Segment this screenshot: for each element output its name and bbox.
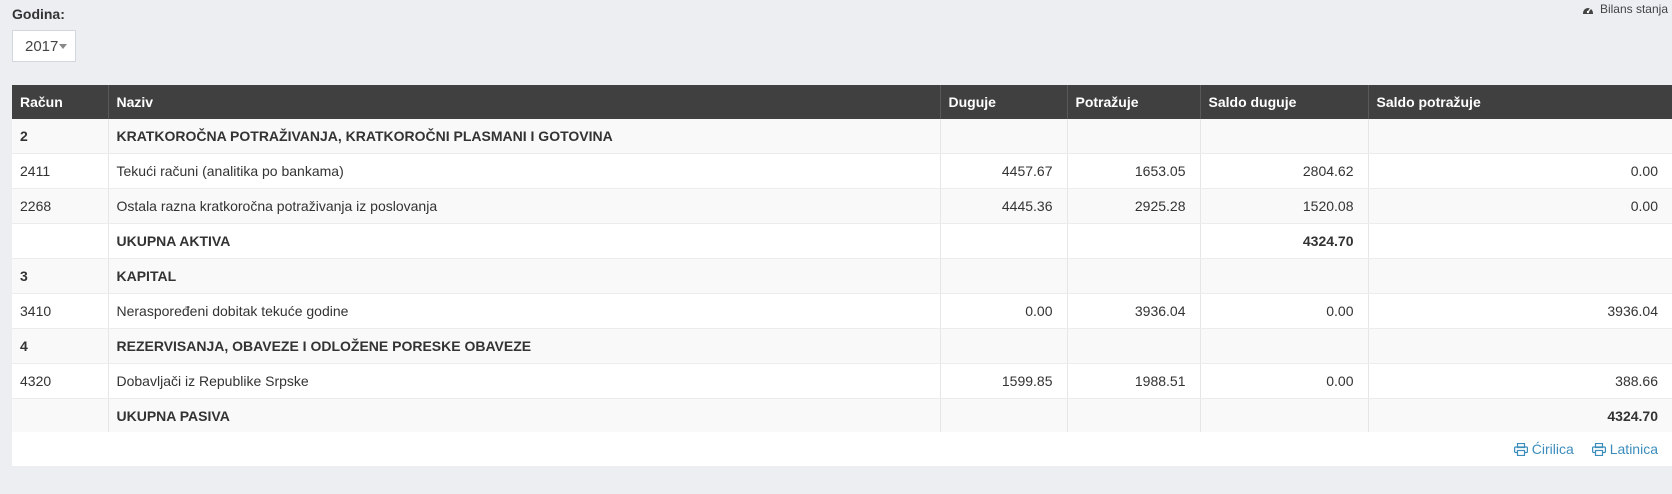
print-cirilica-link[interactable]: Ćirilica [1513,441,1574,457]
breadcrumb: Bilans stanja [1582,2,1668,16]
cell-naziv: Ostala razna kratkoročna potraživanja iz… [108,188,941,224]
table-row: 4 REZERVISANJA, OBAVEZE I ODLOŽENE PORES… [12,328,1672,364]
balance-sheet-table: Račun Naziv Duguje Potražuje Saldo duguj… [12,85,1672,434]
cell-racun [12,223,109,259]
year-select-value: 2017 [25,37,59,55]
cell-potrazuje [1067,119,1201,154]
cell-saldo-duguje [1200,258,1369,294]
header-duguje[interactable]: Duguje [940,85,1068,119]
header-naziv[interactable]: Naziv [108,85,941,119]
dashboard-icon [1582,7,1593,14]
table-row: UKUPNA AKTIVA 4324.70 [12,223,1672,259]
cell-saldo-potrazuje: 0.00 [1368,188,1672,224]
cell-saldo-potrazuje: 4324.70 [1368,398,1672,434]
cell-saldo-potrazuje [1368,119,1672,154]
cell-naziv: KRATKOROČNA POTRAŽIVANJA, KRATKOROČNI PL… [108,119,941,154]
cell-duguje: 4445.36 [940,188,1068,224]
cell-potrazuje: 2925.28 [1067,188,1201,224]
table-row: 2 KRATKOROČNA POTRAŽIVANJA, KRATKOROČNI … [12,119,1672,154]
cell-naziv: UKUPNA PASIVA [108,398,941,434]
cell-saldo-potrazuje [1368,328,1672,364]
cell-duguje [940,223,1068,259]
table-row: UKUPNA PASIVA 4324.70 [12,398,1672,434]
cell-duguje [940,398,1068,434]
cell-saldo-duguje [1200,398,1369,434]
cell-saldo-duguje: 0.00 [1200,363,1369,399]
year-filter-label: Godina: [12,6,65,22]
cell-saldo-potrazuje [1368,223,1672,259]
cell-racun: 4320 [12,363,109,399]
cell-duguje: 1599.85 [940,363,1068,399]
cell-potrazuje: 1653.05 [1067,153,1201,189]
cell-naziv: Dobavljači iz Republike Srpske [108,363,941,399]
cell-duguje: 4457.67 [940,153,1068,189]
year-select[interactable]: 2017 [12,30,76,62]
cell-duguje [940,328,1068,364]
cell-potrazuje: 3936.04 [1067,293,1201,329]
cell-saldo-duguje: 2804.62 [1200,153,1369,189]
table-row: 3 KAPITAL [12,258,1672,294]
cell-racun: 2 [12,119,109,154]
cell-potrazuje [1067,328,1201,364]
cell-naziv: REZERVISANJA, OBAVEZE I ODLOŽENE PORESKE… [108,328,941,364]
cell-saldo-potrazuje: 388.66 [1368,363,1672,399]
cell-saldo-potrazuje [1368,258,1672,294]
cell-potrazuje [1067,223,1201,259]
cell-racun: 3410 [12,293,109,329]
cell-saldo-potrazuje: 3936.04 [1368,293,1672,329]
cell-racun: 2411 [12,153,109,189]
cell-duguje [940,119,1068,154]
cell-racun: 3 [12,258,109,294]
cell-naziv: Neraspoređeni dobitak tekuće godine [108,293,941,329]
print-icon [1513,442,1528,456]
header-racun[interactable]: Račun [12,85,109,119]
cell-racun: 2268 [12,188,109,224]
cell-saldo-duguje: 0.00 [1200,293,1369,329]
cell-racun: 4 [12,328,109,364]
table-row: 2268 Ostala razna kratkoročna potraživan… [12,188,1672,224]
header-saldo-potrazuje[interactable]: Saldo potražuje [1368,85,1672,119]
cell-naziv: Tekući računi (analitika po bankama) [108,153,941,189]
cell-duguje: 0.00 [940,293,1068,329]
cell-racun [12,398,109,434]
cell-potrazuje [1067,258,1201,294]
table-header-row: Račun Naziv Duguje Potražuje Saldo duguj… [12,85,1672,119]
print-latinica-link[interactable]: Latinica [1591,441,1658,457]
cell-potrazuje [1067,398,1201,434]
print-icon [1591,442,1606,456]
cell-naziv: KAPITAL [108,258,941,294]
header-saldo-duguje[interactable]: Saldo duguje [1200,85,1369,119]
cell-saldo-duguje: 1520.08 [1200,188,1369,224]
cell-saldo-duguje: 4324.70 [1200,223,1369,259]
cell-naziv: UKUPNA AKTIVA [108,223,941,259]
table-row: 4320 Dobavljači iz Republike Srpske 1599… [12,363,1672,399]
print-latinica-label: Latinica [1609,441,1658,457]
breadcrumb-label: Bilans stanja [1599,2,1668,16]
caret-down-icon [59,44,67,49]
cell-saldo-duguje [1200,328,1369,364]
cell-duguje [940,258,1068,294]
print-links-bar: Ćirilica Latinica [12,432,1672,466]
table-row: 2411 Tekući računi (analitika po bankama… [12,153,1672,189]
header-potrazuje[interactable]: Potražuje [1067,85,1201,119]
table-row: 3410 Neraspoređeni dobitak tekuće godine… [12,293,1672,329]
cell-saldo-duguje [1200,119,1369,154]
cell-potrazuje: 1988.51 [1067,363,1201,399]
print-cirilica-label: Ćirilica [1531,441,1574,457]
cell-saldo-potrazuje: 0.00 [1368,153,1672,189]
